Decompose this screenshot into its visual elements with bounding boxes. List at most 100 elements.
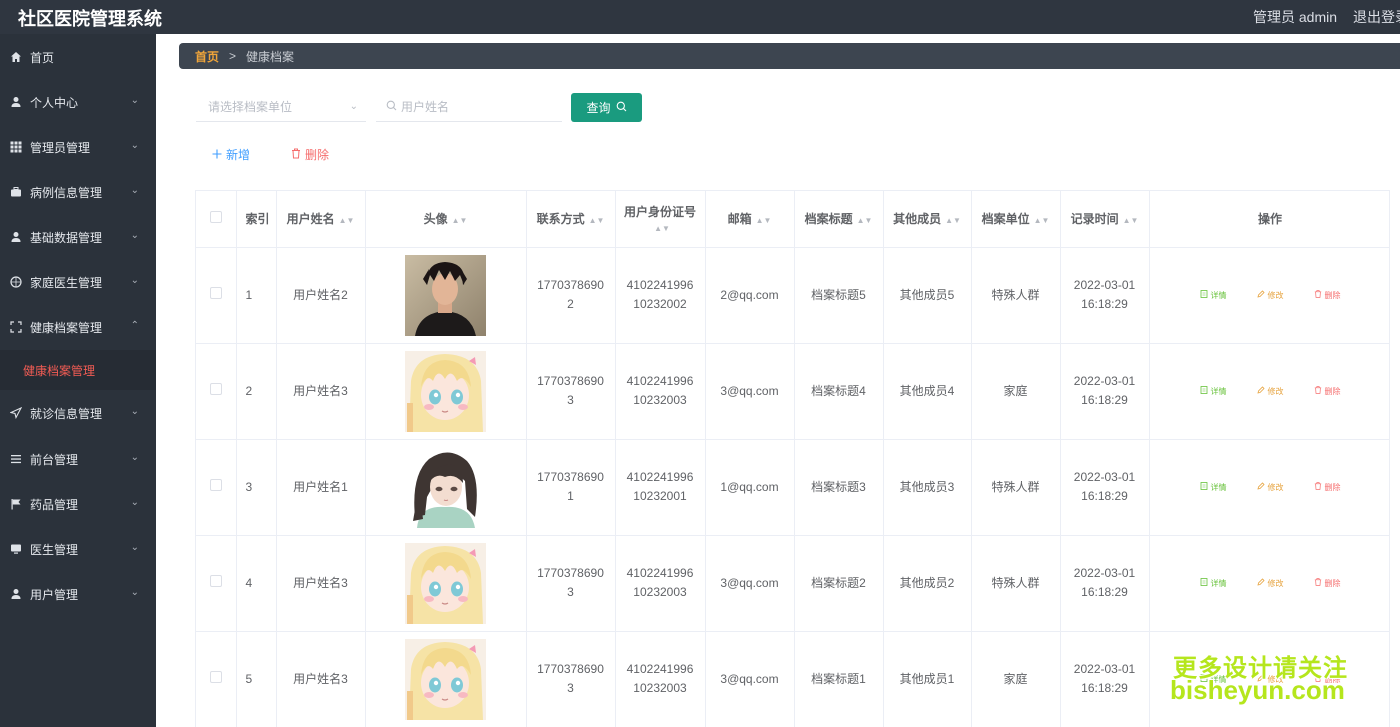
cell-avatar xyxy=(365,631,527,727)
checkbox[interactable] xyxy=(209,286,222,299)
query-button[interactable]: 查询 xyxy=(571,93,642,122)
header-select-all[interactable] xyxy=(196,191,237,248)
header-phone[interactable]: 联系方式 ▲▼ xyxy=(526,191,616,248)
sidebar-item-home[interactable]: 首页 xyxy=(0,37,156,77)
header-name[interactable]: 用户姓名 ▲▼ xyxy=(276,191,366,248)
checkbox[interactable] xyxy=(209,478,222,491)
chevron-down-icon: ⌄ xyxy=(130,497,139,508)
cell-title: 档案标题2 xyxy=(794,535,884,632)
table-row[interactable]: 3 用户姓名1 1770378690 1 4102241996 10232001 1… xyxy=(196,439,1389,536)
cell-id-number: 4102241996 10232003 xyxy=(615,343,706,440)
header-index: 索引 xyxy=(236,191,277,248)
breadcrumb-home[interactable]: 首页 xyxy=(195,48,219,65)
row-select[interactable] xyxy=(196,439,237,536)
detail-button[interactable]: 详情 xyxy=(1200,286,1227,305)
sort-icon[interactable]: ▲▼ xyxy=(1123,216,1139,225)
checkbox[interactable] xyxy=(209,574,222,587)
avatar[interactable] xyxy=(366,254,526,336)
submenu-item-health-records-manage[interactable]: 健康档案管理 xyxy=(0,350,156,390)
sidebar-item-doctors[interactable]: 医生管理 ⌄ xyxy=(0,529,156,569)
detail-button[interactable]: 详情 xyxy=(1200,382,1227,401)
table-row[interactable]: 4 用户姓名3 1770378690 3 4102241996 10232003 3… xyxy=(196,535,1389,632)
document-icon xyxy=(1200,478,1208,497)
delete-button[interactable]: 删除 xyxy=(1314,574,1341,593)
header-title[interactable]: 档案标题 ▲▼ xyxy=(794,191,884,248)
header-avatar[interactable]: 头像 ▲▼ xyxy=(365,191,527,248)
header-email[interactable]: 邮箱 ▲▼ xyxy=(705,191,795,248)
row-select[interactable] xyxy=(196,631,237,727)
chevron-down-icon: ⌄ xyxy=(130,587,139,598)
cell-email: 3@qq.com xyxy=(705,343,795,440)
add-button[interactable]: 新增 xyxy=(212,146,250,163)
edit-button[interactable]: 修改 xyxy=(1256,574,1284,593)
checkbox[interactable] xyxy=(209,670,222,683)
sidebar-item-visits[interactable]: 就诊信息管理 ⌄ xyxy=(0,393,156,433)
avatar[interactable] xyxy=(366,542,526,624)
table-row[interactable]: 1 用户姓名2 1770378690 2 4102241996 10232002 2… xyxy=(196,247,1389,344)
sort-icon[interactable]: ▲▼ xyxy=(654,224,670,233)
logout-link[interactable]: 退出登录 xyxy=(1353,7,1400,27)
row-select[interactable] xyxy=(196,535,237,632)
sidebar-item-cases[interactable]: 病例信息管理 ⌄ xyxy=(0,172,156,212)
header-label: 档案单位 xyxy=(981,212,1030,227)
unit-select[interactable]: 请选择档案单位 ⌄ xyxy=(196,92,366,122)
cell-phone: 1770378690 1 xyxy=(526,439,616,536)
cell-name: 用户姓名2 xyxy=(276,247,366,344)
delete-button[interactable]: 删除 xyxy=(1314,286,1341,305)
header-time[interactable]: 记录时间 ▲▼ xyxy=(1060,191,1150,248)
edit-button[interactable]: 修改 xyxy=(1256,286,1284,305)
delete-label: 删除 xyxy=(1324,290,1341,300)
delete-button[interactable]: 删除 xyxy=(1314,382,1341,401)
row-select[interactable] xyxy=(196,343,237,440)
sort-icon[interactable]: ▲▼ xyxy=(589,216,605,225)
cell-time: 2022-03-01 16:18:29 xyxy=(1060,631,1150,727)
detail-label: 详情 xyxy=(1210,386,1227,396)
cell-unit: 特殊人群 xyxy=(971,247,1061,344)
cell-index: 5 xyxy=(236,631,277,727)
cell-email: 3@qq.com xyxy=(705,631,795,727)
cell-phone: 1770378690 2 xyxy=(526,247,616,344)
checkbox[interactable] xyxy=(209,382,222,395)
header-unit[interactable]: 档案单位 ▲▼ xyxy=(971,191,1061,248)
sidebar-item-frontend[interactable]: 前台管理 ⌄ xyxy=(0,439,156,479)
sidebar-item-basic-data[interactable]: 基础数据管理 ⌄ xyxy=(0,217,156,257)
cell-time: 2022-03-01 16:18:29 xyxy=(1060,343,1150,440)
header-id-number[interactable]: 用户身份证号 ▲▼ xyxy=(615,191,706,248)
checkbox[interactable] xyxy=(209,211,222,224)
sidebar-item-medicine[interactable]: 药品管理 ⌄ xyxy=(0,484,156,524)
chevron-down-icon: ⌄ xyxy=(349,101,358,112)
header-label: 记录时间 xyxy=(1070,212,1119,227)
detail-button[interactable]: 详情 xyxy=(1200,478,1227,497)
avatar[interactable] xyxy=(366,350,526,432)
batch-delete-button[interactable]: 删除 xyxy=(291,146,329,163)
detail-button[interactable]: 详情 xyxy=(1200,574,1227,593)
edit-button[interactable]: 修改 xyxy=(1256,382,1284,401)
sort-icon[interactable]: ▲▼ xyxy=(452,216,468,225)
table-row[interactable]: 2 用户姓名3 1770378690 3 4102241996 10232003 3… xyxy=(196,343,1389,440)
cell-members: 其他成员1 xyxy=(883,631,972,727)
delete-button[interactable]: 删除 xyxy=(1314,478,1341,497)
avatar[interactable] xyxy=(366,446,526,528)
sidebar-item-profile[interactable]: 个人中心 ⌄ xyxy=(0,82,156,122)
edit-button[interactable]: 修改 xyxy=(1256,478,1284,497)
avatar[interactable] xyxy=(366,638,526,720)
home-icon xyxy=(10,51,22,63)
sort-icon[interactable]: ▲▼ xyxy=(1034,216,1050,225)
sort-icon[interactable]: ▲▼ xyxy=(945,216,961,225)
sidebar-item-admin[interactable]: 管理员管理 ⌄ xyxy=(0,127,156,167)
sidebar-item-health-records[interactable]: 健康档案管理 ⌃ xyxy=(0,307,156,347)
sidebar-item-family-doctor[interactable]: 家庭医生管理 ⌄ xyxy=(0,262,156,302)
sort-icon[interactable]: ▲▼ xyxy=(339,216,355,225)
cell-email: 1@qq.com xyxy=(705,439,795,536)
cell-time: 2022-03-01 16:18:29 xyxy=(1060,535,1150,632)
briefcase-icon xyxy=(10,186,22,198)
document-icon xyxy=(1200,286,1208,305)
sort-icon[interactable]: ▲▼ xyxy=(857,216,873,225)
header-members[interactable]: 其他成员 ▲▼ xyxy=(883,191,972,248)
edit-label: 修改 xyxy=(1267,386,1284,396)
sort-icon[interactable]: ▲▼ xyxy=(756,216,772,225)
name-search-field[interactable] xyxy=(376,92,562,122)
row-select[interactable] xyxy=(196,247,237,344)
sidebar-item-users[interactable]: 用户管理 ⌄ xyxy=(0,574,156,614)
name-search-input[interactable] xyxy=(401,99,551,114)
